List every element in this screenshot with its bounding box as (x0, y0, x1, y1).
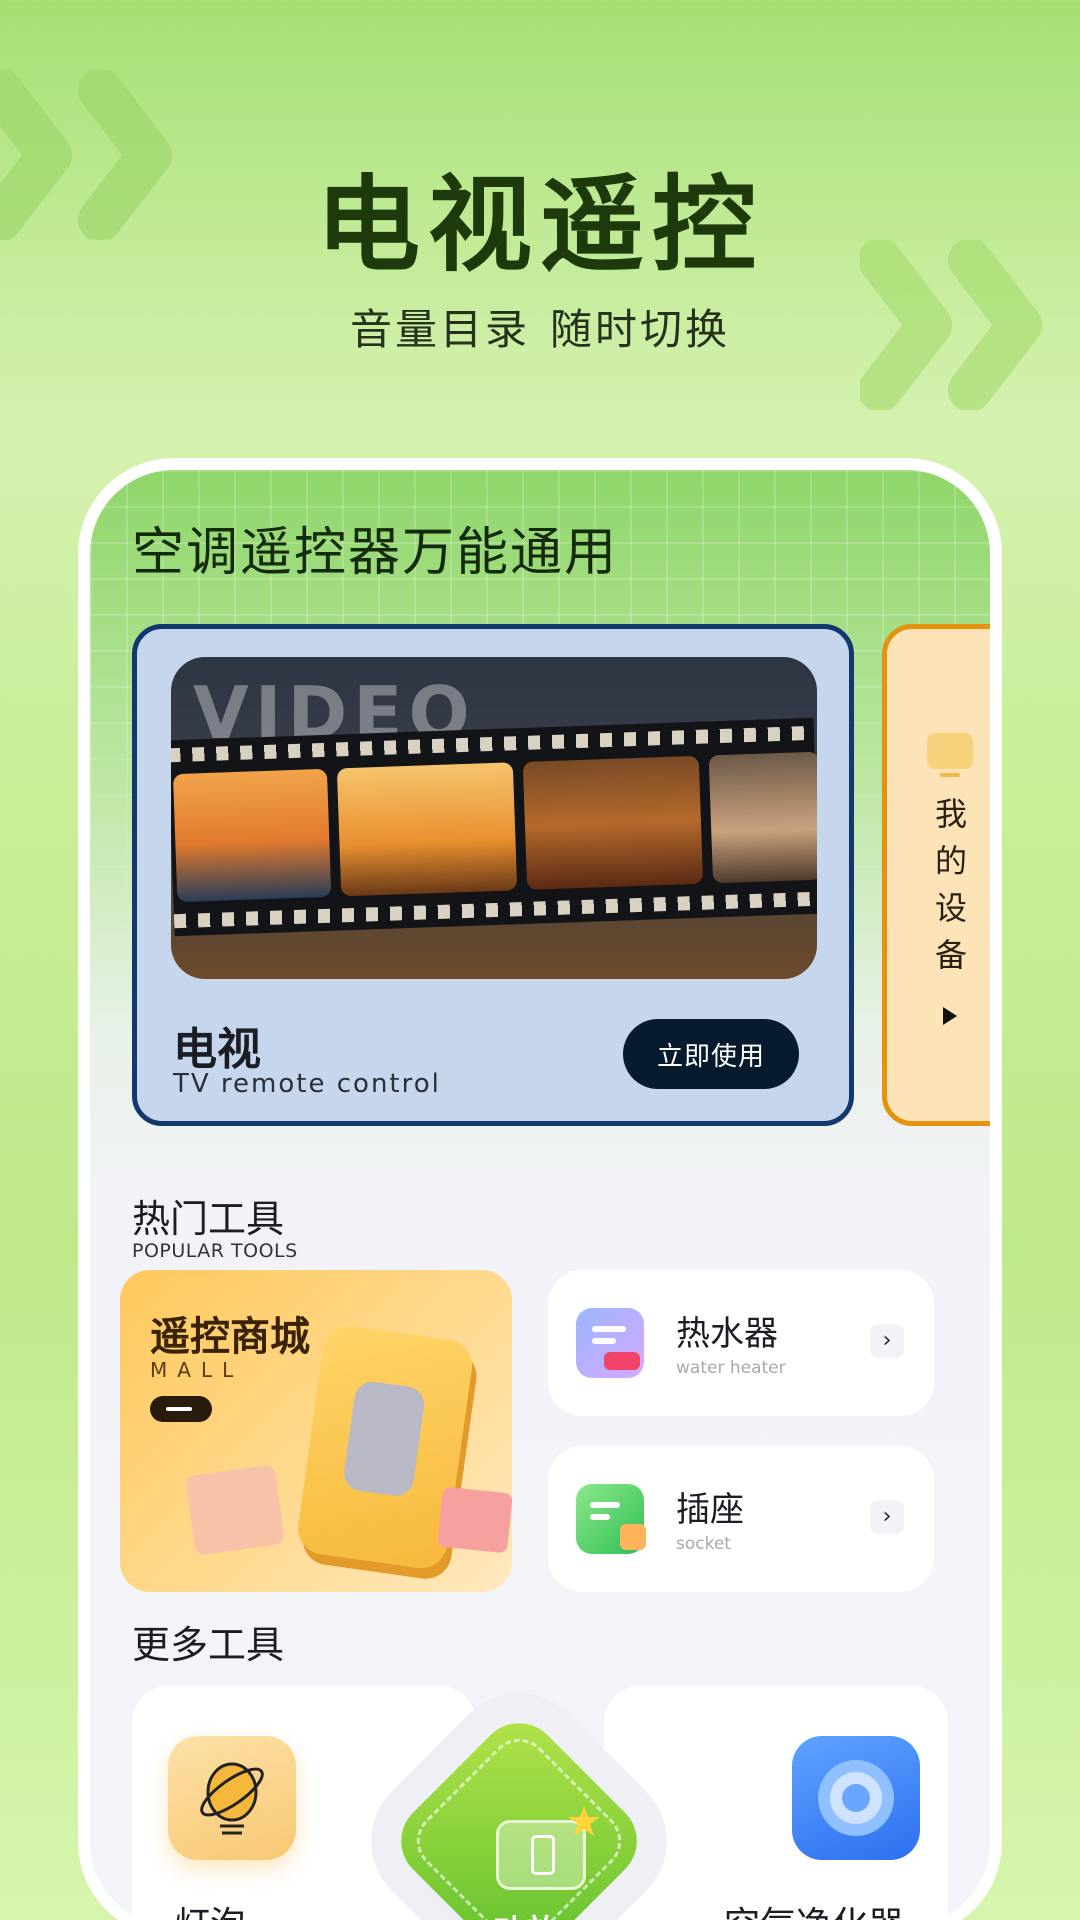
tv-remote-card[interactable]: VIDEO 电视 TV remote control 立即使用 (132, 624, 854, 1126)
tool-socket[interactable]: 插座 socket › (548, 1446, 934, 1592)
my-devices-char: 的 (934, 842, 967, 880)
hero-subtitle: 音量目录 随时切换 (0, 296, 1080, 357)
chevron-right-icon[interactable]: › (870, 1500, 904, 1534)
tool-name: 热水器 (676, 1314, 778, 1354)
popular-tools-title: 热门工具 (132, 1197, 285, 1241)
tool-name-english: socket (676, 1534, 731, 1554)
card-title: 空调遥控器万能通用 (132, 523, 619, 583)
popular-tools-subtitle: POPULAR TOOLS (132, 1240, 298, 1262)
tool-name-english: water heater (676, 1358, 786, 1378)
main-card: 空调遥控器万能通用 VIDEO 电视 TV remote control 立即使… (78, 458, 1002, 1920)
tool-name: 插座 (676, 1490, 744, 1530)
tool-water-heater[interactable]: 热水器 water heater › (548, 1270, 934, 1416)
arrow-pill-icon (150, 1396, 212, 1422)
tv-icon (927, 733, 973, 777)
star-icon (568, 1806, 600, 1836)
my-devices-char: 我 (934, 795, 967, 833)
more-tools-title: 更多工具 (132, 1623, 285, 1667)
chevron-right-icon[interactable]: › (870, 1324, 904, 1358)
more-tool-label: 功放 (494, 1906, 558, 1920)
my-devices-char: 设 (934, 889, 967, 927)
bulb-icon (168, 1736, 296, 1860)
socket-icon (576, 1484, 646, 1554)
air-purifier-icon (792, 1736, 920, 1860)
my-devices-card[interactable]: 我 的 设 备 (882, 624, 990, 1126)
mall-subtitle: MALL (150, 1358, 244, 1382)
use-now-button[interactable]: 立即使用 (623, 1019, 799, 1089)
tv-name-english: TV remote control (173, 1069, 441, 1099)
hero-subtitle-part-1: 音量目录 (349, 305, 530, 354)
hero-title: 电视遥控 (315, 164, 764, 286)
hero-subtitle-part-2: 随时切换 (550, 305, 731, 354)
tv-name: 电视 (173, 1024, 261, 1075)
more-tool-label: 灯泡 (174, 1896, 246, 1920)
remote-mall-banner[interactable]: 遥控商城 MALL (120, 1270, 512, 1592)
my-devices-label: 我 的 设 备 (929, 791, 973, 979)
film-banner-image: VIDEO (171, 657, 817, 979)
my-devices-char: 备 (934, 936, 967, 974)
film-strip (171, 717, 817, 937)
tool-air-purifier[interactable]: 空气净化器 (604, 1686, 948, 1920)
more-tool-label: 空气净化器 (724, 1896, 904, 1920)
water-heater-icon (576, 1308, 644, 1378)
play-arrow-icon (943, 1007, 957, 1025)
mall-title: 遥控商城 (150, 1314, 310, 1360)
